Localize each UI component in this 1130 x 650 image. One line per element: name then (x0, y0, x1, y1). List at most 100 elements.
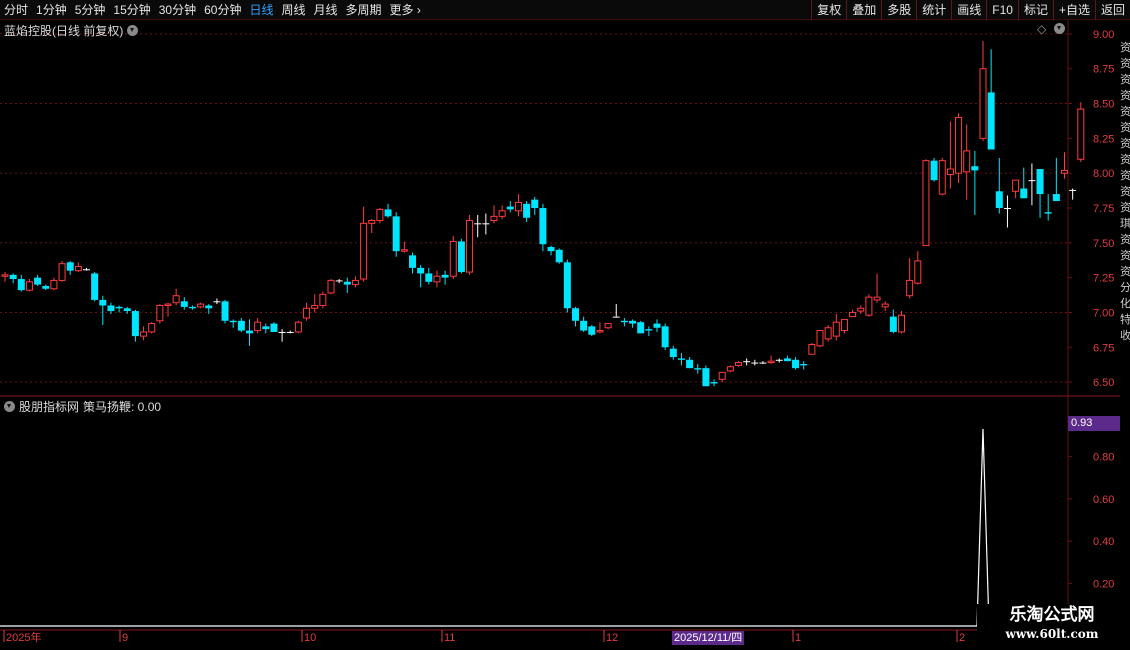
candle-body (523, 203, 531, 218)
candle-body (751, 362, 759, 364)
candle-body (930, 160, 938, 181)
candle-body (637, 322, 645, 334)
candle-body (735, 362, 742, 366)
watermark: 乐淘公式网 www.60lt.com (977, 604, 1127, 646)
side-char: 资 (1120, 202, 1130, 214)
period-0[interactable]: 分时 (0, 0, 32, 20)
candle-body (213, 301, 221, 303)
side-char: 资 (1120, 154, 1130, 166)
candle-body (857, 307, 865, 312)
tool-button-1[interactable]: 叠加 (846, 0, 881, 20)
candle-body (131, 311, 139, 337)
tool-button-4[interactable]: 画线 (951, 0, 986, 20)
candle-body (832, 321, 840, 337)
candle-body (661, 326, 669, 348)
candle-body (99, 299, 107, 306)
candle-body (612, 316, 620, 318)
candle-body (148, 323, 156, 333)
candle-body (42, 285, 50, 289)
candle-body (294, 321, 302, 333)
side-char: 资 (1120, 58, 1130, 70)
candle-body (66, 262, 74, 271)
candle-body (775, 359, 783, 361)
tool-button-2[interactable]: 多股 (881, 0, 916, 20)
candle-body (1, 274, 9, 277)
period-8[interactable]: 月线 (310, 0, 342, 20)
candle-body (449, 240, 457, 277)
side-char: 资 (1120, 266, 1130, 278)
candle-body (441, 274, 449, 278)
period-3[interactable]: 15分钟 (109, 0, 154, 20)
candle-body (1020, 188, 1028, 199)
candle-body (123, 308, 131, 312)
watermark-url: www.60lt.com (1005, 627, 1099, 641)
side-char: 资 (1120, 138, 1130, 150)
candle-body (368, 220, 376, 224)
candle-body (580, 320, 588, 331)
tool-button-6[interactable]: 标记 (1017, 0, 1053, 20)
candle-body (514, 201, 522, 212)
chart-area[interactable]: 9.00 8.75 8.50 8.25 8.00 7.75 7.50 7.25 7.00 6.75… (0, 20, 1130, 650)
chevron-down-icon[interactable] (1054, 20, 1066, 34)
price-axis-label: 8.25 (1093, 133, 1114, 145)
candle-body (555, 249, 563, 263)
candle-body (490, 215, 498, 222)
candle-body (645, 329, 653, 331)
candle-body (34, 277, 42, 285)
indicator-value-tag: 0.93 (1068, 416, 1120, 431)
candle-body (417, 267, 425, 274)
indicator-dropdown-icon[interactable] (4, 401, 15, 412)
candle-body (392, 216, 400, 252)
candle-body (262, 326, 270, 330)
indicator-axis-label: 0.40 (1093, 536, 1114, 548)
side-char: 资 (1120, 170, 1130, 182)
period-5[interactable]: 60分钟 (200, 0, 245, 20)
dropdown-icon[interactable] (127, 25, 139, 36)
indicator-name: 股朋指标网 (19, 400, 80, 414)
candle-body (531, 199, 539, 208)
candle-body (270, 323, 278, 332)
candle-body (906, 279, 914, 297)
candle-body (83, 269, 90, 271)
period-1[interactable]: 1分钟 (32, 0, 71, 20)
candle-body (572, 308, 579, 321)
time-axis-label: 10 (304, 632, 316, 644)
price-axis-label: 8.75 (1093, 64, 1114, 76)
diamond-icon[interactable]: ◇ (1037, 22, 1046, 36)
indicator-axis-label: 0.80 (1093, 451, 1114, 463)
candle-body (278, 331, 286, 333)
period-2[interactable]: 5分钟 (71, 0, 110, 20)
tool-button-0[interactable]: 复权 (811, 0, 846, 20)
candle-body (800, 363, 808, 366)
side-char: 资 (1120, 250, 1130, 262)
candle-body (1012, 179, 1020, 192)
candle-body (376, 208, 384, 222)
tool-button-5[interactable]: F10 (986, 0, 1018, 20)
candle-body (156, 304, 164, 322)
tool-button-3[interactable]: 统计 (916, 0, 951, 20)
candle-body (783, 358, 791, 362)
side-char: 资 (1120, 186, 1130, 198)
candle-body (311, 304, 319, 309)
period-10[interactable]: 更多 › (386, 0, 425, 20)
candle-body (995, 191, 1003, 208)
indicator-series-label: 策马扬鞭: 0.00 (83, 400, 162, 414)
time-axis-label: 9 (122, 632, 128, 644)
side-char: 化 (1120, 298, 1130, 310)
candle-body (1069, 189, 1077, 191)
tool-button-8[interactable]: 返回 (1094, 0, 1130, 20)
candle-body (718, 371, 726, 380)
tool-button-7[interactable]: +自选 (1052, 0, 1095, 20)
period-9[interactable]: 多周期 (342, 0, 386, 20)
side-char: 特 (1120, 314, 1130, 326)
period-4[interactable]: 30分钟 (155, 0, 200, 20)
chart-canvas[interactable]: 9.00 8.75 8.50 8.25 8.00 7.75 7.50 7.25 7.00 6.75… (0, 20, 1130, 650)
candle-body (563, 262, 571, 309)
candle-body (498, 210, 506, 217)
candle-body (873, 296, 881, 301)
candle-body (922, 160, 930, 247)
candle-body (425, 273, 433, 282)
candle-body (140, 331, 148, 337)
period-6[interactable]: 日线 (245, 0, 277, 20)
period-7[interactable]: 周线 (277, 0, 309, 20)
